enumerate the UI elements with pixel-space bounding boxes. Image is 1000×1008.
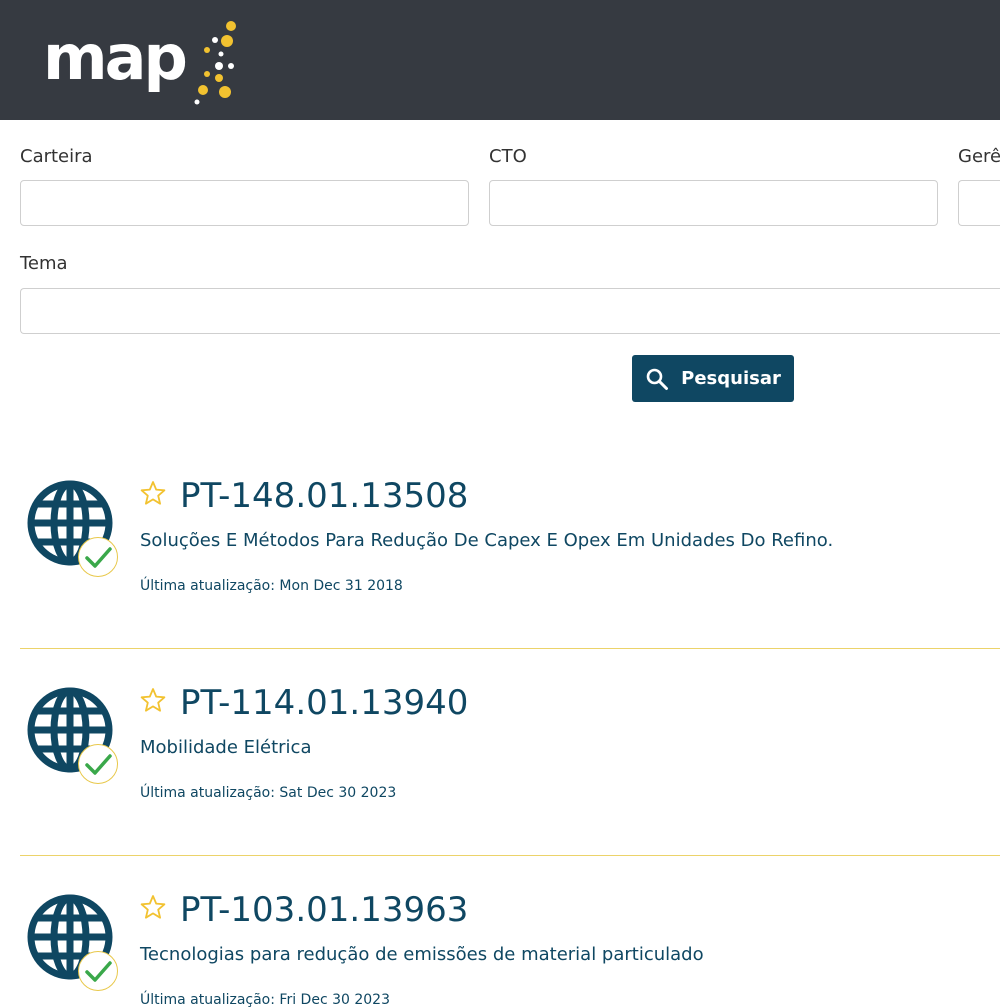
check-icon — [85, 961, 112, 982]
result-updated: Última atualização: Fri Dec 30 2023 — [140, 992, 390, 1008]
carteira-label: Carteira — [20, 146, 93, 167]
favorite-star-icon[interactable] — [140, 480, 166, 506]
tema-label: Tema — [20, 253, 68, 274]
cto-label: CTO — [489, 146, 527, 167]
result-updated: Última atualização: Sat Dec 30 2023 — [140, 785, 397, 801]
result-updated: Última atualização: Mon Dec 31 2018 — [140, 578, 403, 594]
logo-dots-icon — [194, 21, 236, 105]
check-badge — [78, 537, 118, 577]
result-divider — [20, 648, 1000, 649]
cto-input[interactable] — [489, 180, 938, 226]
result-description: Soluções E Métodos Para Redução De Capex… — [140, 530, 834, 551]
search-button[interactable]: Pesquisar — [632, 355, 794, 402]
check-icon — [85, 547, 112, 568]
search-button-label: Pesquisar — [681, 368, 781, 389]
gerencia-label: Gerê — [958, 146, 1000, 167]
result-code[interactable]: PT-114.01.13940 — [180, 683, 468, 723]
gerencia-input[interactable] — [958, 180, 1000, 226]
check-icon — [85, 754, 112, 775]
logo-text: map — [43, 21, 188, 94]
result-divider — [20, 855, 1000, 856]
result-description: Mobilidade Elétrica — [140, 737, 312, 758]
favorite-star-icon[interactable] — [140, 687, 166, 713]
result-code[interactable]: PT-103.01.13963 — [180, 890, 468, 930]
check-badge — [78, 744, 118, 784]
app-header: map — [0, 0, 1000, 120]
favorite-star-icon[interactable] — [140, 894, 166, 920]
carteira-input[interactable] — [20, 180, 469, 226]
check-badge — [78, 951, 118, 991]
result-description: Tecnologias para redução de emissões de … — [140, 944, 704, 965]
tema-input[interactable] — [20, 288, 1000, 334]
result-code[interactable]: PT-148.01.13508 — [180, 476, 468, 516]
search-icon — [646, 368, 669, 390]
